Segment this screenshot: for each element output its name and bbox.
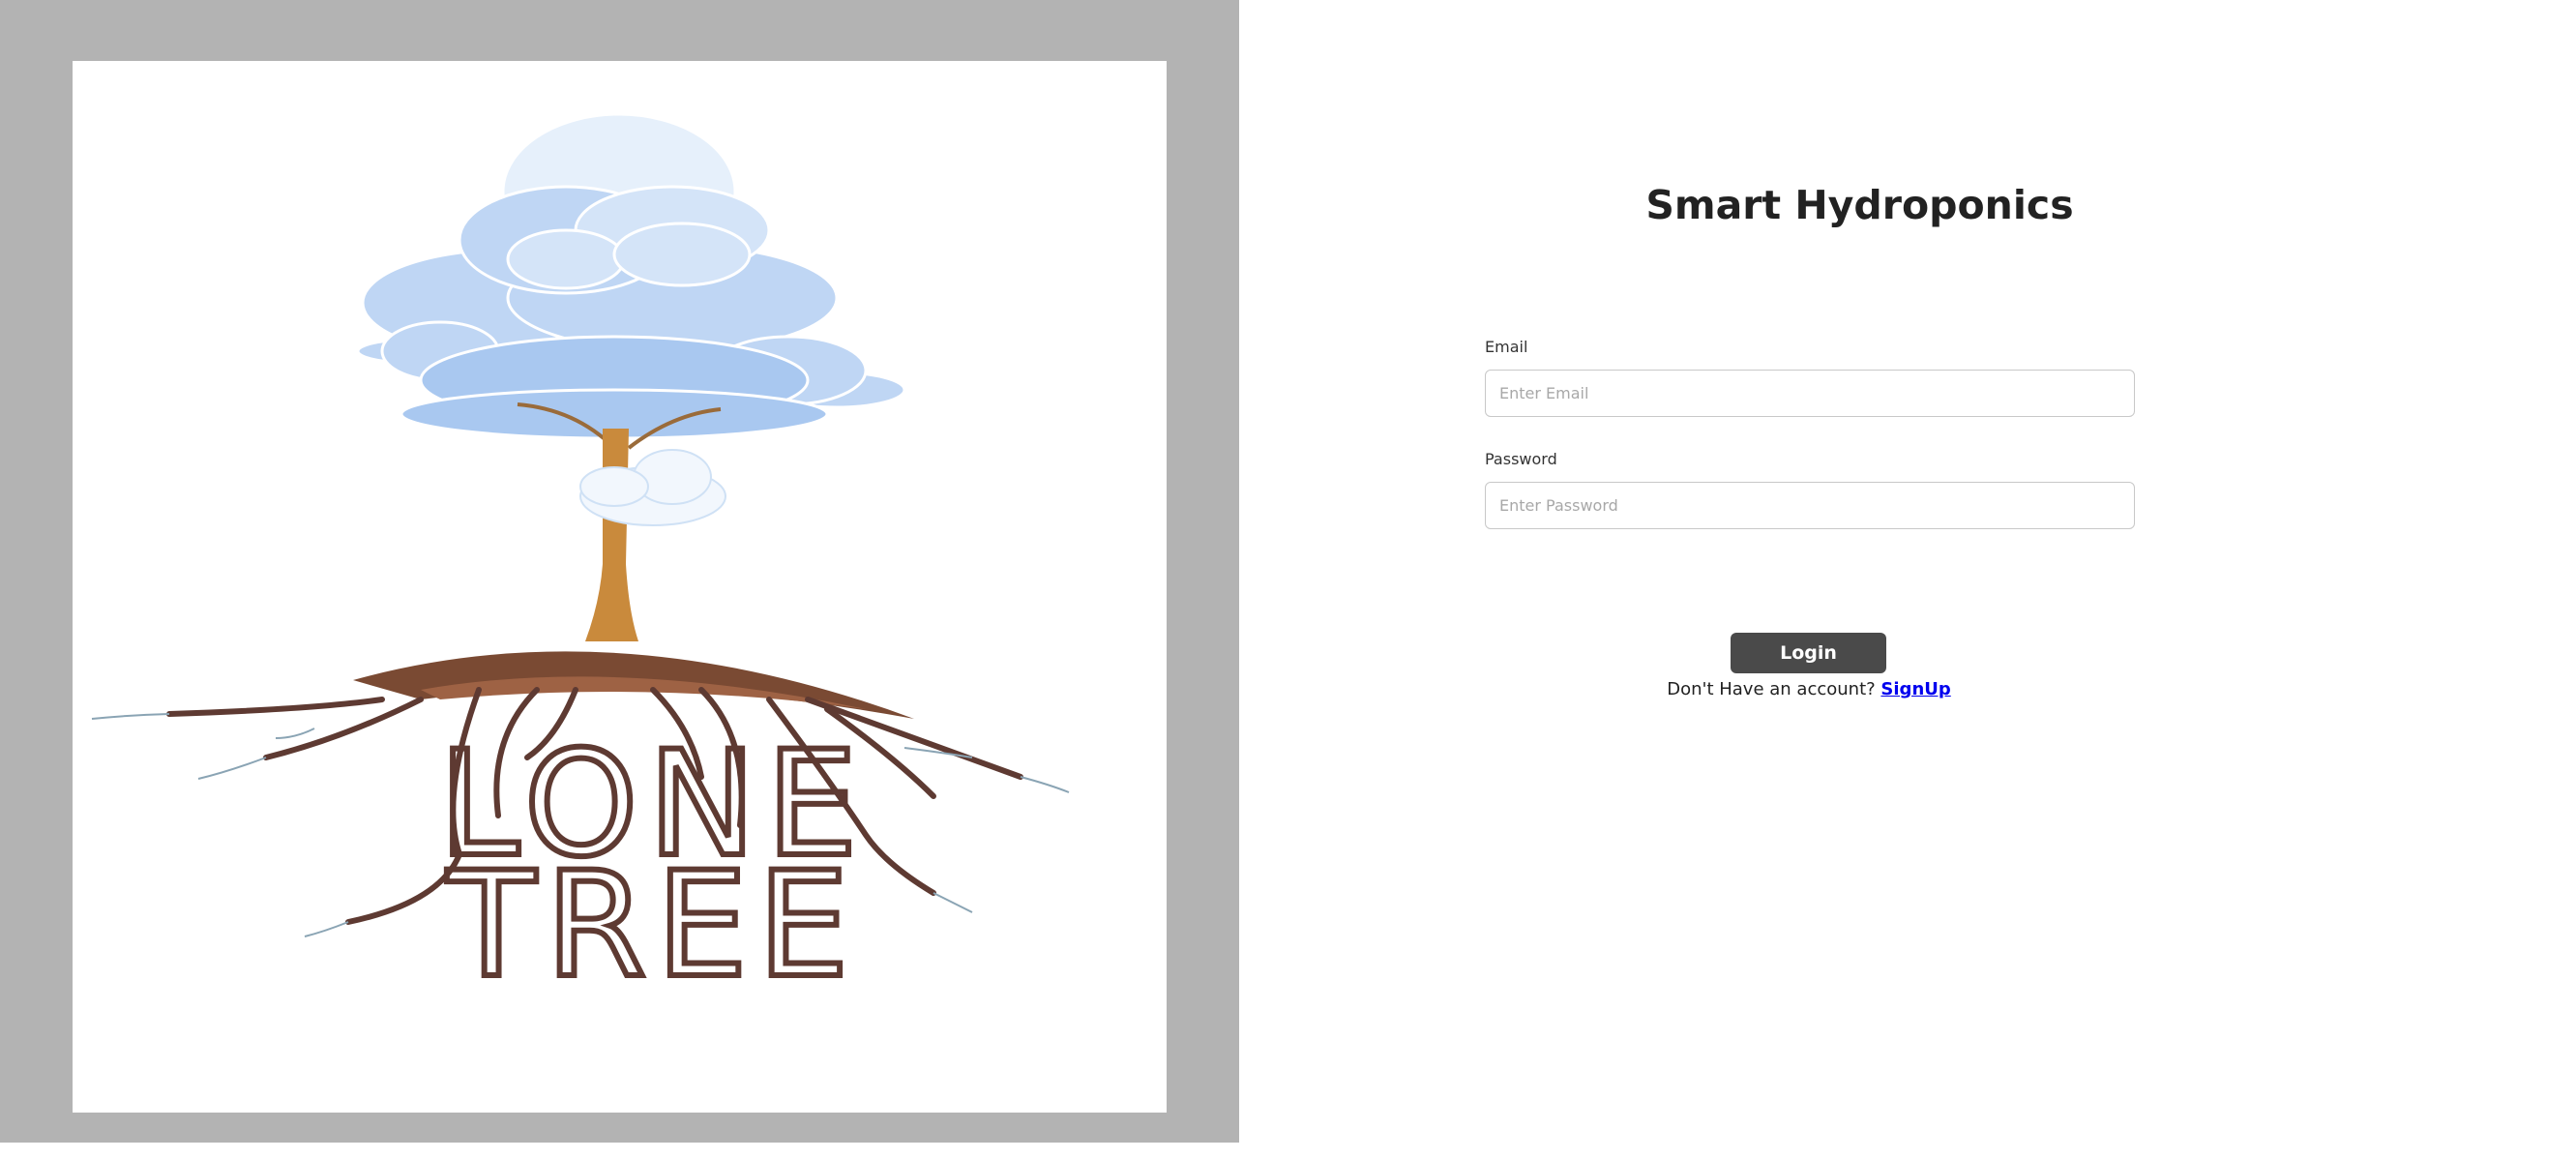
signup-link[interactable]: SignUp — [1880, 679, 1950, 699]
email-field[interactable] — [1485, 370, 2135, 417]
login-page: LONE TREE Smart Hydroponics Email Passwo… — [0, 0, 2576, 1159]
trunk — [585, 429, 638, 641]
signup-prompt: Don't Have an account? — [1667, 679, 1876, 699]
page-title: Smart Hydroponics — [1645, 182, 2074, 228]
left-panel: LONE TREE — [0, 0, 1239, 1143]
small-cloud — [579, 449, 726, 526]
logo-card: LONE TREE — [73, 61, 1167, 1113]
svg-text:TREE: TREE — [446, 842, 858, 1010]
logo-lettering: LONE TREE — [435, 718, 860, 1013]
password-field[interactable] — [1485, 482, 2135, 529]
email-label: Email — [1485, 338, 1528, 356]
cloud-canopy — [356, 112, 906, 440]
signup-row: Don't Have an account? SignUp — [1644, 679, 1973, 699]
login-button[interactable]: Login — [1731, 633, 1886, 673]
lone-tree-logo: LONE TREE — [91, 112, 1070, 1013]
password-label: Password — [1485, 450, 1557, 468]
